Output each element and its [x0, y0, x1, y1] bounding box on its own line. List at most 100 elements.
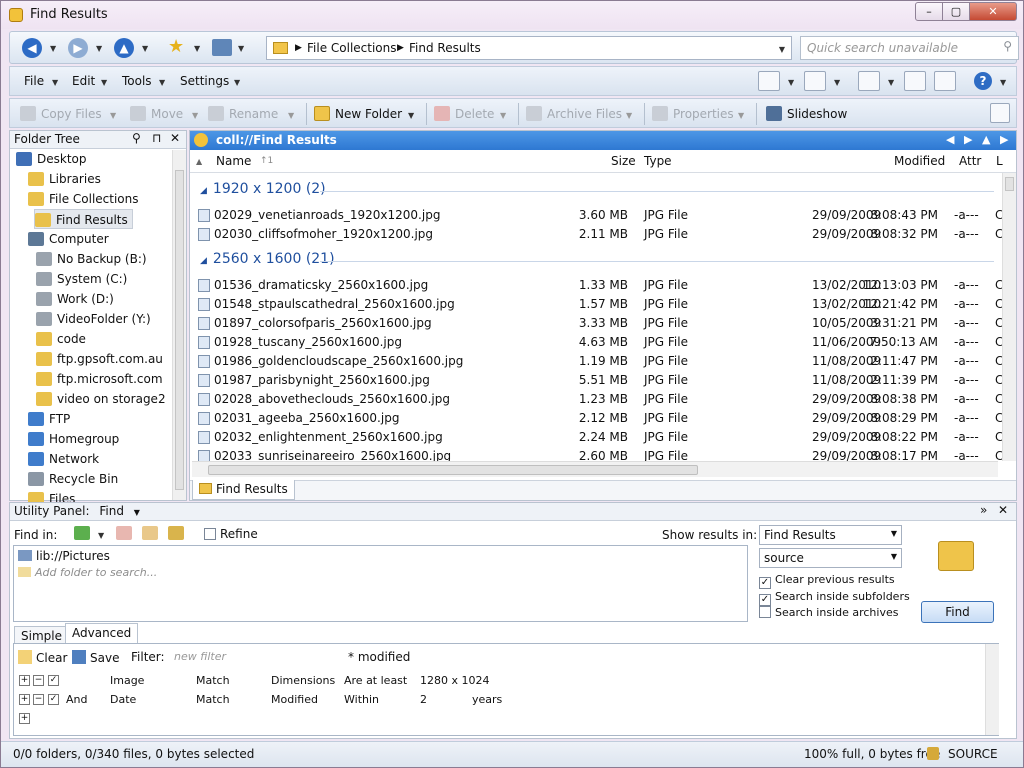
- archive-caret[interactable]: ▼: [626, 111, 632, 120]
- rule-condition[interactable]: Within: [344, 693, 379, 706]
- tree-item[interactable]: System (C:): [36, 269, 127, 289]
- up-caret[interactable]: ▼: [142, 44, 148, 53]
- tree-item[interactable]: Computer: [28, 229, 109, 249]
- tab-find-results[interactable]: Find Results: [192, 480, 295, 500]
- group-collapse-icon[interactable]: ◢: [200, 256, 207, 266]
- edit-view-icon[interactable]: [804, 71, 826, 91]
- tree-item[interactable]: ftp.microsoft.com: [36, 369, 163, 389]
- results-target-select[interactable]: Find Results ▼: [759, 525, 902, 545]
- menu-settings[interactable]: Settings: [180, 74, 229, 88]
- path-forward-icon[interactable]: ▶: [964, 133, 972, 146]
- copy-files-button[interactable]: Copy Files: [20, 106, 102, 121]
- favorites-star-icon[interactable]: ★: [168, 36, 184, 57]
- help-icon[interactable]: ?: [974, 72, 992, 90]
- minimize-button[interactable]: –: [915, 2, 943, 21]
- tree-search-icon[interactable]: ⚲: [132, 131, 141, 145]
- location-item[interactable]: lib://Pictures: [18, 549, 110, 563]
- file-row[interactable]: 02028_abovetheclouds_2560x1600.jpg 1.23 M…: [196, 390, 1006, 409]
- close-button[interactable]: ✕: [969, 2, 1017, 21]
- add-location-caret[interactable]: ▼: [98, 531, 104, 540]
- column-type[interactable]: Type: [644, 154, 672, 168]
- source-select[interactable]: source ▼: [759, 548, 902, 568]
- filter-name-input[interactable]: new filter: [174, 650, 226, 663]
- forward-history-caret[interactable]: ▼: [96, 44, 102, 53]
- rule-value[interactable]: 2: [420, 693, 427, 706]
- search-locations-list[interactable]: lib://Pictures Add folder to search...: [13, 545, 748, 622]
- close-panel-icon[interactable]: ✕: [998, 503, 1008, 517]
- file-row[interactable]: 02030_cliffsofmoher_1920x1200.jpg 2.11 MB…: [196, 225, 1006, 244]
- rule-match[interactable]: Match: [196, 674, 230, 687]
- utility-mode-select[interactable]: Find: [99, 504, 124, 518]
- file-list-scrollbar[interactable]: [1002, 173, 1016, 461]
- remove-location-icon[interactable]: [116, 526, 132, 540]
- rule-field[interactable]: Image: [110, 674, 144, 687]
- column-attr[interactable]: Attr: [959, 154, 981, 168]
- archives-checkbox[interactable]: Search inside archives: [759, 606, 898, 619]
- breadcrumb-arrow-icon[interactable]: ▶: [397, 43, 404, 53]
- move-caret[interactable]: ▼: [192, 111, 198, 120]
- move-button[interactable]: Move: [130, 106, 183, 121]
- file-row[interactable]: 02029_venetianroads_1920x1200.jpg 3.60 MB…: [196, 206, 1006, 225]
- maximize-button[interactable]: ▢: [942, 2, 970, 21]
- computer-caret[interactable]: ▼: [238, 44, 244, 53]
- tree-item[interactable]: Network: [28, 449, 99, 469]
- rule-unit[interactable]: years: [472, 693, 502, 706]
- breadcrumb-find-results[interactable]: Find Results: [409, 41, 481, 55]
- computer-icon[interactable]: [212, 39, 232, 56]
- new-folder-caret[interactable]: ▼: [408, 111, 414, 120]
- tree-item[interactable]: File Collections: [28, 189, 139, 209]
- clear-filter-button[interactable]: Clear: [18, 650, 67, 665]
- dual-pane-icon[interactable]: [904, 71, 926, 91]
- back-icon[interactable]: ◀: [22, 38, 42, 58]
- forward-icon[interactable]: ▶: [68, 38, 88, 58]
- rule-operator[interactable]: And: [66, 693, 87, 706]
- menu-tools[interactable]: Tools: [122, 74, 152, 88]
- tree-item[interactable]: Homegroup: [28, 429, 119, 449]
- utility-mode-caret[interactable]: ▼: [134, 508, 140, 517]
- rule-value[interactable]: 1280 x 1024: [420, 674, 490, 687]
- help-caret[interactable]: ▼: [1000, 78, 1006, 87]
- expand-rule-icon[interactable]: +: [19, 675, 30, 686]
- menu-settings-caret[interactable]: ▼: [234, 78, 240, 87]
- column-name[interactable]: Name: [216, 154, 251, 168]
- breadcrumb-file-collections[interactable]: File Collections: [307, 41, 397, 55]
- tab-advanced[interactable]: Advanced: [65, 623, 139, 645]
- rule-match[interactable]: Match: [196, 693, 230, 706]
- group-header[interactable]: ◢ 2560 x 1600 (21): [200, 251, 335, 267]
- lock-locations-icon[interactable]: [168, 526, 184, 540]
- tree-scroll-thumb[interactable]: [175, 170, 184, 490]
- tree-item[interactable]: FTP: [28, 409, 70, 429]
- delete-button[interactable]: Delete: [434, 106, 494, 121]
- add-folder-row[interactable]: Add folder to search...: [18, 566, 157, 579]
- tree-item[interactable]: video on storage2: [36, 389, 166, 409]
- view-mode-caret[interactable]: ▼: [788, 78, 794, 87]
- path-back-icon[interactable]: ◀: [946, 133, 954, 146]
- archive-files-button[interactable]: Archive Files: [526, 106, 622, 121]
- remove-rule-icon[interactable]: −: [33, 675, 44, 686]
- subfolders-checkbox[interactable]: ✓ Search inside subfolders: [759, 590, 910, 606]
- tree-item[interactable]: code: [36, 329, 86, 349]
- rule-field[interactable]: Date: [110, 693, 136, 706]
- menu-file-caret[interactable]: ▼: [52, 78, 58, 87]
- menu-file[interactable]: File: [24, 74, 44, 88]
- tree-item[interactable]: Find Results: [34, 209, 133, 229]
- tree-item[interactable]: No Backup (B:): [36, 249, 147, 269]
- breadcrumb-arrow-icon[interactable]: ▶: [295, 43, 302, 53]
- path-end-icon[interactable]: ▶: [1000, 133, 1008, 146]
- clear-previous-checkbox[interactable]: ✓ Clear previous results: [759, 573, 895, 589]
- view-mode-icon[interactable]: [758, 71, 780, 91]
- add-rule-icon[interactable]: +: [19, 713, 30, 724]
- file-row[interactable]: 01987_parisbynight_2560x1600.jpg 5.51 MB J…: [196, 371, 1006, 390]
- copy-caret[interactable]: ▼: [110, 111, 116, 120]
- lock-icon[interactable]: [927, 747, 939, 760]
- back-history-caret[interactable]: ▼: [50, 44, 56, 53]
- file-row[interactable]: 02031_ageeba_2560x1600.jpg 2.12 MB JPG Fil…: [196, 409, 1006, 428]
- file-row[interactable]: 01986_goldencloudscape_2560x1600.jpg 1.19…: [196, 352, 1006, 371]
- viewer-pane-icon[interactable]: [934, 71, 956, 91]
- remove-rule-icon[interactable]: −: [33, 694, 44, 705]
- tree-item[interactable]: Desktop: [16, 149, 87, 169]
- rename-button[interactable]: Rename: [208, 106, 278, 121]
- layout-caret[interactable]: ▼: [888, 78, 894, 87]
- path-up-icon[interactable]: ▲: [982, 133, 990, 146]
- rule-enabled-checkbox[interactable]: ✓: [48, 694, 59, 705]
